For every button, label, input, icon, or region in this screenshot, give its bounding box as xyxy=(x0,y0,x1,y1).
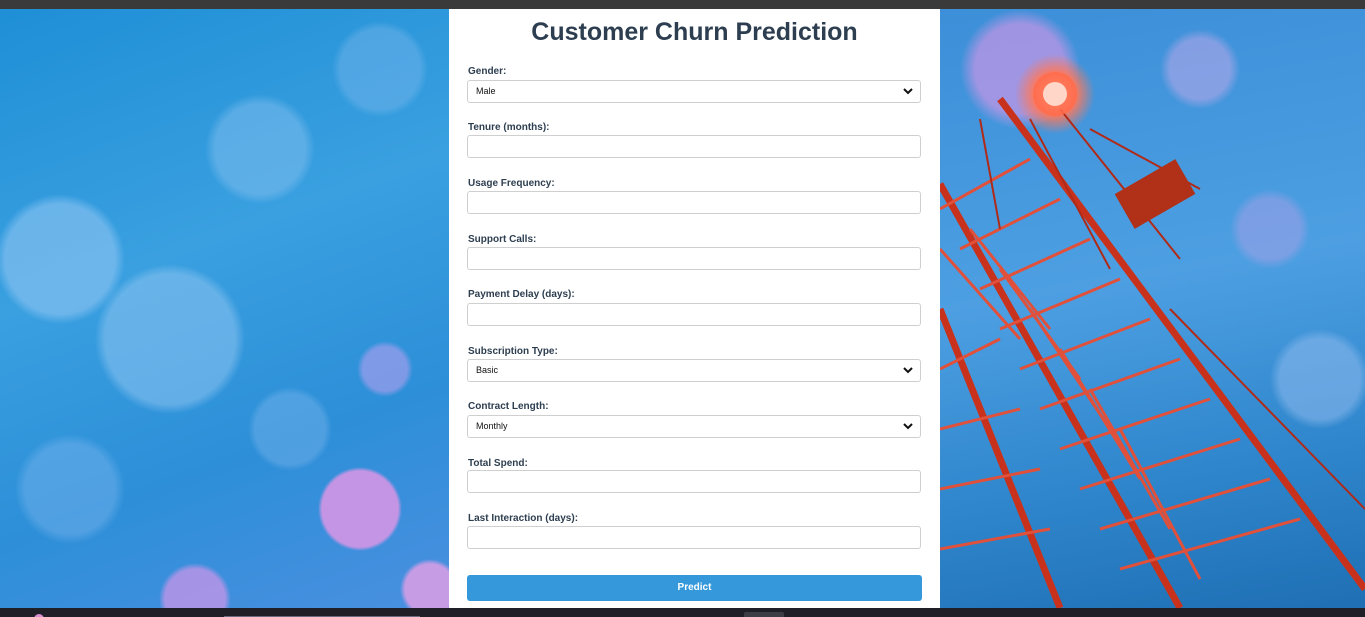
browser-top-bar xyxy=(0,0,1365,9)
tenure-input[interactable] xyxy=(467,135,921,158)
usage-frequency-input[interactable] xyxy=(467,191,921,214)
usage-frequency-label: Usage Frequency: xyxy=(468,178,555,189)
last-interaction-input[interactable] xyxy=(467,526,921,549)
total-spend-input[interactable] xyxy=(467,470,921,493)
subscription-type-select[interactable]: Basic xyxy=(467,359,921,382)
chevron-down-icon xyxy=(903,88,913,95)
contract-length-label: Contract Length: xyxy=(468,401,549,412)
telecom-tower-image xyxy=(940,9,1365,608)
predict-button[interactable]: Predict xyxy=(467,575,922,601)
churn-form-panel: Customer Churn Prediction Gender: Male T… xyxy=(449,9,940,608)
chevron-down-icon xyxy=(903,367,913,374)
last-interaction-label: Last Interaction (days): xyxy=(468,513,579,524)
subscription-type-label: Subscription Type: xyxy=(468,346,558,357)
contract-length-select[interactable]: Monthly xyxy=(467,415,921,438)
support-calls-input[interactable] xyxy=(467,247,921,270)
bokeh-background-image xyxy=(0,9,449,608)
payment-delay-label: Payment Delay (days): xyxy=(468,289,575,300)
gender-select[interactable]: Male xyxy=(467,80,921,103)
contract-length-select-value: Monthly xyxy=(476,421,508,431)
tenure-label: Tenure (months): xyxy=(468,122,550,133)
support-calls-label: Support Calls: xyxy=(468,234,537,245)
subscription-type-select-value: Basic xyxy=(476,365,499,375)
total-spend-label: Total Spend: xyxy=(468,458,528,469)
taskbar xyxy=(0,608,1365,617)
taskbar-tab[interactable] xyxy=(744,612,784,617)
page-title: Customer Churn Prediction xyxy=(531,18,858,46)
payment-delay-input[interactable] xyxy=(467,303,921,326)
chevron-down-icon xyxy=(903,423,913,430)
gender-label: Gender: xyxy=(468,66,507,77)
gender-select-value: Male xyxy=(476,86,496,96)
